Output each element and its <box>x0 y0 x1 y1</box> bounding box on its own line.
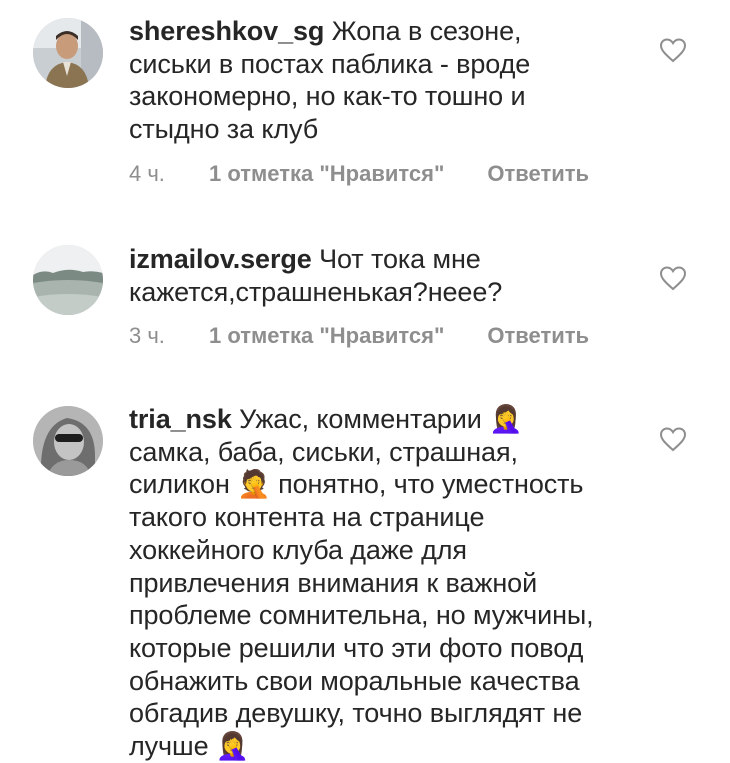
comment-time: 4 ч. <box>129 161 165 186</box>
comment-body: tria_nsk Ужас, комментарии 🤦‍♀ самка, ба… <box>129 403 604 763</box>
heart-outline-icon[interactable] <box>659 426 687 452</box>
heart-outline-icon[interactable] <box>659 265 687 291</box>
comment-meta: 3 ч. 1 отметка "Нравится" Ответить <box>129 323 589 349</box>
comment-time: 3 ч. <box>129 323 165 348</box>
user-photo-man-icon <box>33 18 103 88</box>
reply-button[interactable]: Ответить <box>487 323 589 348</box>
comment-text: Ужас, комментарии 🤦‍♀ самка, баба, сиськ… <box>129 404 594 762</box>
comment-body: izmailov.serge Чот тока мне кажется,стра… <box>129 243 604 308</box>
comment-likes-link[interactable]: 1 отметка "Нравится" <box>209 323 444 349</box>
comment-username[interactable]: izmailov.serge <box>129 244 312 274</box>
comment-body: shereshkov_sg Жопа в сезоне, сиськи в по… <box>129 15 604 146</box>
avatar[interactable] <box>33 245 103 315</box>
comment-username[interactable]: tria_nsk <box>129 404 232 434</box>
user-photo-woman-icon <box>33 406 103 476</box>
heart-outline-icon[interactable] <box>659 37 687 63</box>
comment-username[interactable]: shereshkov_sg <box>129 16 324 46</box>
avatar[interactable] <box>33 18 103 88</box>
user-photo-landscape-icon <box>33 245 103 315</box>
comment-meta: 4 ч. 1 отметка "Нравится" Ответить <box>129 161 589 187</box>
reply-button[interactable]: Ответить <box>487 161 589 186</box>
avatar[interactable] <box>33 406 103 476</box>
comment-likes-link[interactable]: 1 отметка "Нравится" <box>209 161 444 187</box>
